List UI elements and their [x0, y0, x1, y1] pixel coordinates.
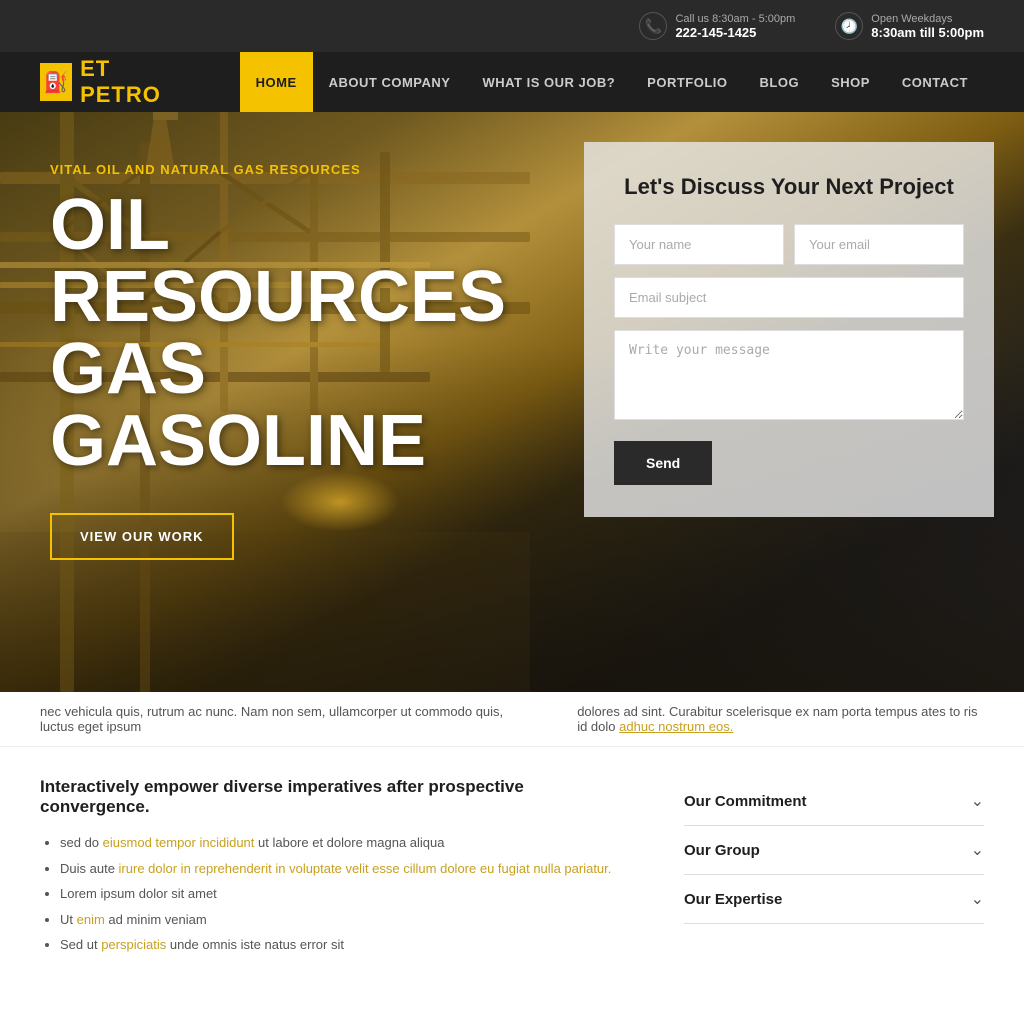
phone-icon: 📞 [639, 12, 667, 40]
list-item: Ut enim ad minim veniam [60, 910, 624, 930]
list-link[interactable]: enim [77, 912, 105, 927]
hero-line1: OIL [50, 189, 480, 261]
logo[interactable]: ⛽ ET PETRO [40, 56, 180, 108]
chevron-down-icon: ⌄ [971, 791, 984, 811]
text-strip-right: dolores ad sint. Curabitur scelerisque e… [577, 704, 984, 734]
hours-info: 🕗 Open Weekdays 8:30am till 5:00pm [835, 12, 984, 40]
logo-text: ET PETRO [80, 56, 180, 108]
chevron-down-icon: ⌄ [971, 889, 984, 909]
hours-label: Open Weekdays [871, 13, 984, 25]
main-content-area: Interactively empower diverse imperative… [0, 747, 1024, 993]
lower-section: nec vehicula quis, rutrum ac nunc. Nam n… [0, 692, 1024, 993]
view-work-button[interactable]: VIEW OUR WORK [50, 513, 234, 560]
bullet-list: sed do eiusmod tempor incididunt ut labo… [40, 833, 624, 955]
phone-label: Call us 8:30am - 5:00pm [675, 13, 795, 25]
nav-about[interactable]: ABOUT COMPANY [313, 52, 467, 112]
nav-job[interactable]: WHAT IS OUR JOB? [466, 52, 631, 112]
phone-number: 222-145-1425 [675, 25, 795, 40]
nav-blog[interactable]: BLOG [744, 52, 816, 112]
list-link[interactable]: irure dolor in reprehenderit in voluptat… [119, 861, 612, 876]
accordion-title: Our Commitment [684, 793, 807, 810]
header: ⛽ ET PETRO HOME ABOUT COMPANY WHAT IS OU… [0, 52, 1024, 112]
list-item: Lorem ipsum dolor sit amet [60, 884, 624, 904]
form-name-email-row [614, 224, 964, 265]
phone-info: 📞 Call us 8:30am - 5:00pm 222-145-1425 [639, 12, 795, 40]
subject-input[interactable] [614, 277, 964, 318]
message-textarea[interactable] [614, 330, 964, 420]
nav-home[interactable]: HOME [240, 52, 313, 112]
hours-value: 8:30am till 5:00pm [871, 25, 984, 40]
accordion-group[interactable]: Our Group ⌄ [684, 826, 984, 875]
list-item: Sed ut perspiciatis unde omnis iste natu… [60, 935, 624, 955]
contact-form: Let's Discuss Your Next Project Send [584, 142, 994, 517]
main-left-column: Interactively empower diverse imperative… [40, 777, 624, 963]
list-item: Duis aute irure dolor in reprehenderit i… [60, 859, 624, 879]
contact-form-title: Let's Discuss Your Next Project [614, 174, 964, 200]
list-item: sed do eiusmod tempor incididunt ut labo… [60, 833, 624, 853]
accordion-commitment[interactable]: Our Commitment ⌄ [684, 777, 984, 826]
hero-section: VITAL OIL AND NATURAL GAS RESOURCES OIL … [0, 112, 1024, 692]
nav-portfolio[interactable]: PORTFOLIO [631, 52, 743, 112]
list-link[interactable]: perspiciatis [101, 937, 166, 952]
email-input[interactable] [794, 224, 964, 265]
accordion-expertise[interactable]: Our Expertise ⌄ [684, 875, 984, 924]
name-input[interactable] [614, 224, 784, 265]
hero-line4: GASOLINE [50, 405, 480, 477]
main-nav: HOME ABOUT COMPANY WHAT IS OUR JOB? PORT… [240, 52, 984, 112]
strip-link[interactable]: adhuc nostrum eos. [619, 719, 733, 734]
hero-line2: RESOURCES [50, 261, 480, 333]
clock-icon: 🕗 [835, 12, 863, 40]
chevron-down-icon: ⌄ [971, 840, 984, 860]
nav-contact[interactable]: CONTACT [886, 52, 984, 112]
send-button[interactable]: Send [614, 441, 712, 485]
list-link[interactable]: eiusmod tempor incididunt [103, 835, 255, 850]
main-heading: Interactively empower diverse imperative… [40, 777, 624, 817]
hero-line3: GAS [50, 333, 480, 405]
text-strip-left: nec vehicula quis, rutrum ac nunc. Nam n… [40, 704, 537, 734]
accordion-title: Our Expertise [684, 891, 782, 908]
logo-icon: ⛽ [40, 63, 72, 101]
text-strip: nec vehicula quis, rutrum ac nunc. Nam n… [0, 692, 1024, 747]
main-right-column: Our Commitment ⌄ Our Group ⌄ Our Experti… [684, 777, 984, 963]
nav-shop[interactable]: SHOP [815, 52, 886, 112]
hero-subtitle: VITAL OIL AND NATURAL GAS RESOURCES [50, 162, 480, 177]
top-bar: 📞 Call us 8:30am - 5:00pm 222-145-1425 🕗… [0, 0, 1024, 52]
accordion-title: Our Group [684, 842, 760, 859]
hero-title: OIL RESOURCES GAS GASOLINE [50, 189, 480, 477]
hero-content: VITAL OIL AND NATURAL GAS RESOURCES OIL … [0, 112, 530, 560]
